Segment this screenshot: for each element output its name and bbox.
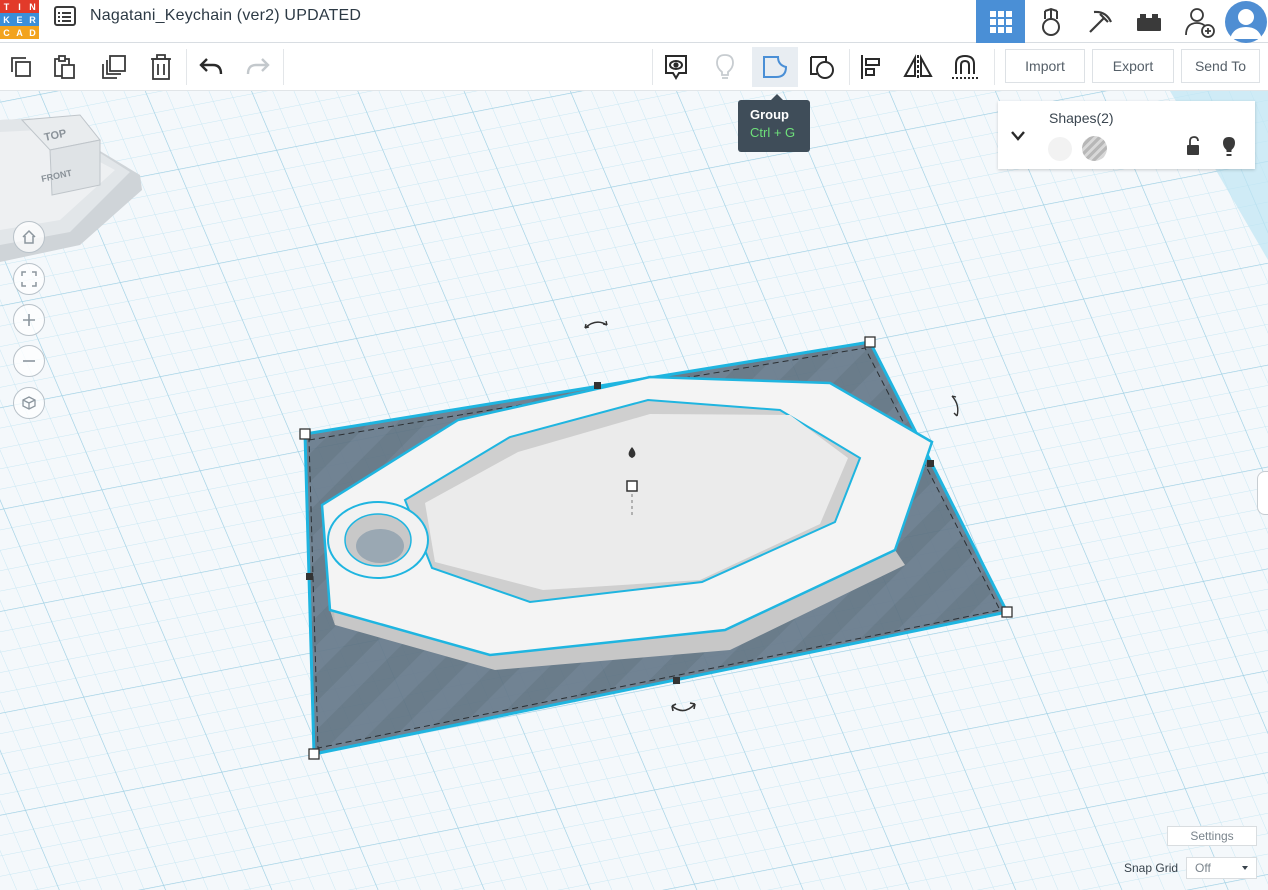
- 3d-design-view-button[interactable]: [976, 0, 1025, 43]
- show-hidden-button[interactable]: [705, 47, 745, 87]
- chevron-down-icon[interactable]: [1010, 130, 1026, 142]
- lock-open-icon[interactable]: [1186, 136, 1202, 156]
- duplicate-icon: [102, 55, 126, 79]
- settings-button[interactable]: Settings: [1167, 826, 1257, 846]
- app-header: TINKERCAD Nagatani_Keychain (ver2) UPDAT…: [0, 0, 1268, 43]
- logo-letter: R: [26, 13, 39, 26]
- copy-icon: [11, 57, 31, 77]
- redo-button[interactable]: [238, 47, 278, 87]
- paste-icon: [54, 55, 75, 79]
- invite-people-button[interactable]: [1175, 0, 1224, 43]
- perspective-icon: [22, 396, 36, 410]
- corner-handle: [308, 748, 320, 760]
- zoom-out-button[interactable]: [13, 345, 45, 377]
- caret-down-icon: [1242, 866, 1248, 870]
- home-icon: [22, 229, 36, 244]
- grid-3d-view-icon: [989, 10, 1012, 33]
- group-tooltip: Group Ctrl + G: [738, 94, 810, 152]
- zoom-in-icon: [23, 314, 35, 326]
- snap-grid-label: Snap Grid: [1124, 861, 1179, 875]
- hole-swatch[interactable]: [1082, 136, 1107, 161]
- bricks-icon: [1041, 7, 1060, 36]
- edge-handle: [594, 382, 601, 389]
- lesson-plans-button[interactable]: [1124, 0, 1173, 43]
- delete-button[interactable]: [141, 47, 181, 87]
- solid-color-swatch[interactable]: [1048, 137, 1072, 161]
- edge-handle: [927, 460, 934, 467]
- undo-button[interactable]: [191, 47, 231, 87]
- mirror-icon: [903, 54, 933, 79]
- brick-icon: [1136, 13, 1161, 31]
- logo-letter: C: [0, 26, 13, 39]
- lightbulb-icon[interactable]: [1222, 136, 1236, 158]
- align-button[interactable]: [851, 47, 891, 87]
- tooltip-title: Group: [750, 107, 789, 122]
- logo-letter: A: [13, 26, 26, 39]
- group-button[interactable]: [752, 47, 798, 87]
- edit-toolbar: Import Export Send To: [0, 43, 1268, 91]
- paste-button[interactable]: [44, 47, 84, 87]
- corner-handle: [864, 336, 876, 348]
- fit-view-button[interactable]: [13, 263, 45, 295]
- lightbulb-icon: [716, 54, 734, 79]
- ungroup-icon: [810, 56, 834, 79]
- duplicate-button[interactable]: [94, 47, 134, 87]
- notes-button[interactable]: [656, 47, 696, 87]
- snap-grid-select[interactable]: Off: [1186, 857, 1257, 879]
- tinkercad-logo[interactable]: TINKERCAD: [0, 0, 40, 40]
- group-icon: [763, 56, 788, 78]
- perspective-button[interactable]: [13, 387, 45, 419]
- logo-letter: I: [13, 0, 26, 13]
- add-user-icon: [1184, 7, 1215, 38]
- copy-button[interactable]: [0, 47, 40, 87]
- zoom-out-icon: [23, 360, 35, 362]
- mirror-button[interactable]: [898, 47, 938, 87]
- workplane-magnet-icon: [952, 54, 978, 79]
- import-button[interactable]: Import: [1005, 49, 1085, 83]
- align-icon: [861, 55, 880, 79]
- user-avatar[interactable]: [1224, 0, 1268, 43]
- home-view-button[interactable]: [13, 221, 45, 253]
- ungroup-button[interactable]: [802, 47, 842, 87]
- notes-icon: [665, 55, 687, 80]
- document-title[interactable]: Nagatani_Keychain (ver2) UPDATED: [90, 7, 361, 25]
- design-menu-icon[interactable]: [54, 6, 76, 26]
- export-button[interactable]: Export: [1092, 49, 1174, 83]
- shapes-count-title: Shapes(2): [1049, 110, 1114, 126]
- fit-view-icon: [21, 271, 37, 287]
- trash-icon: [151, 54, 171, 80]
- pickaxe-icon: [1088, 10, 1112, 33]
- snap-grid-value: Off: [1195, 861, 1211, 875]
- shape-inspector-panel: Shapes(2): [998, 101, 1255, 169]
- logo-letter: D: [26, 26, 39, 39]
- send-to-button[interactable]: Send To: [1181, 49, 1260, 83]
- user-avatar-icon: [1225, 0, 1267, 43]
- logo-letter: K: [0, 13, 13, 26]
- zoom-in-button[interactable]: [13, 304, 45, 336]
- logo-letter: T: [0, 0, 13, 13]
- logo-letter: N: [26, 0, 39, 13]
- edge-handle: [673, 677, 680, 684]
- edge-handle: [306, 573, 313, 580]
- undo-icon: [199, 58, 223, 75]
- corner-handle: [1001, 606, 1013, 618]
- cruise-button[interactable]: [945, 47, 985, 87]
- redo-icon: [246, 58, 270, 75]
- logo-letter: E: [13, 13, 26, 26]
- bricks-view-button[interactable]: [1075, 0, 1124, 43]
- tooltip-shortcut: Ctrl + G: [750, 125, 796, 140]
- corner-handle: [299, 428, 311, 440]
- right-panel-toggle[interactable]: [1257, 471, 1268, 515]
- blocks-view-button[interactable]: [1026, 0, 1075, 43]
